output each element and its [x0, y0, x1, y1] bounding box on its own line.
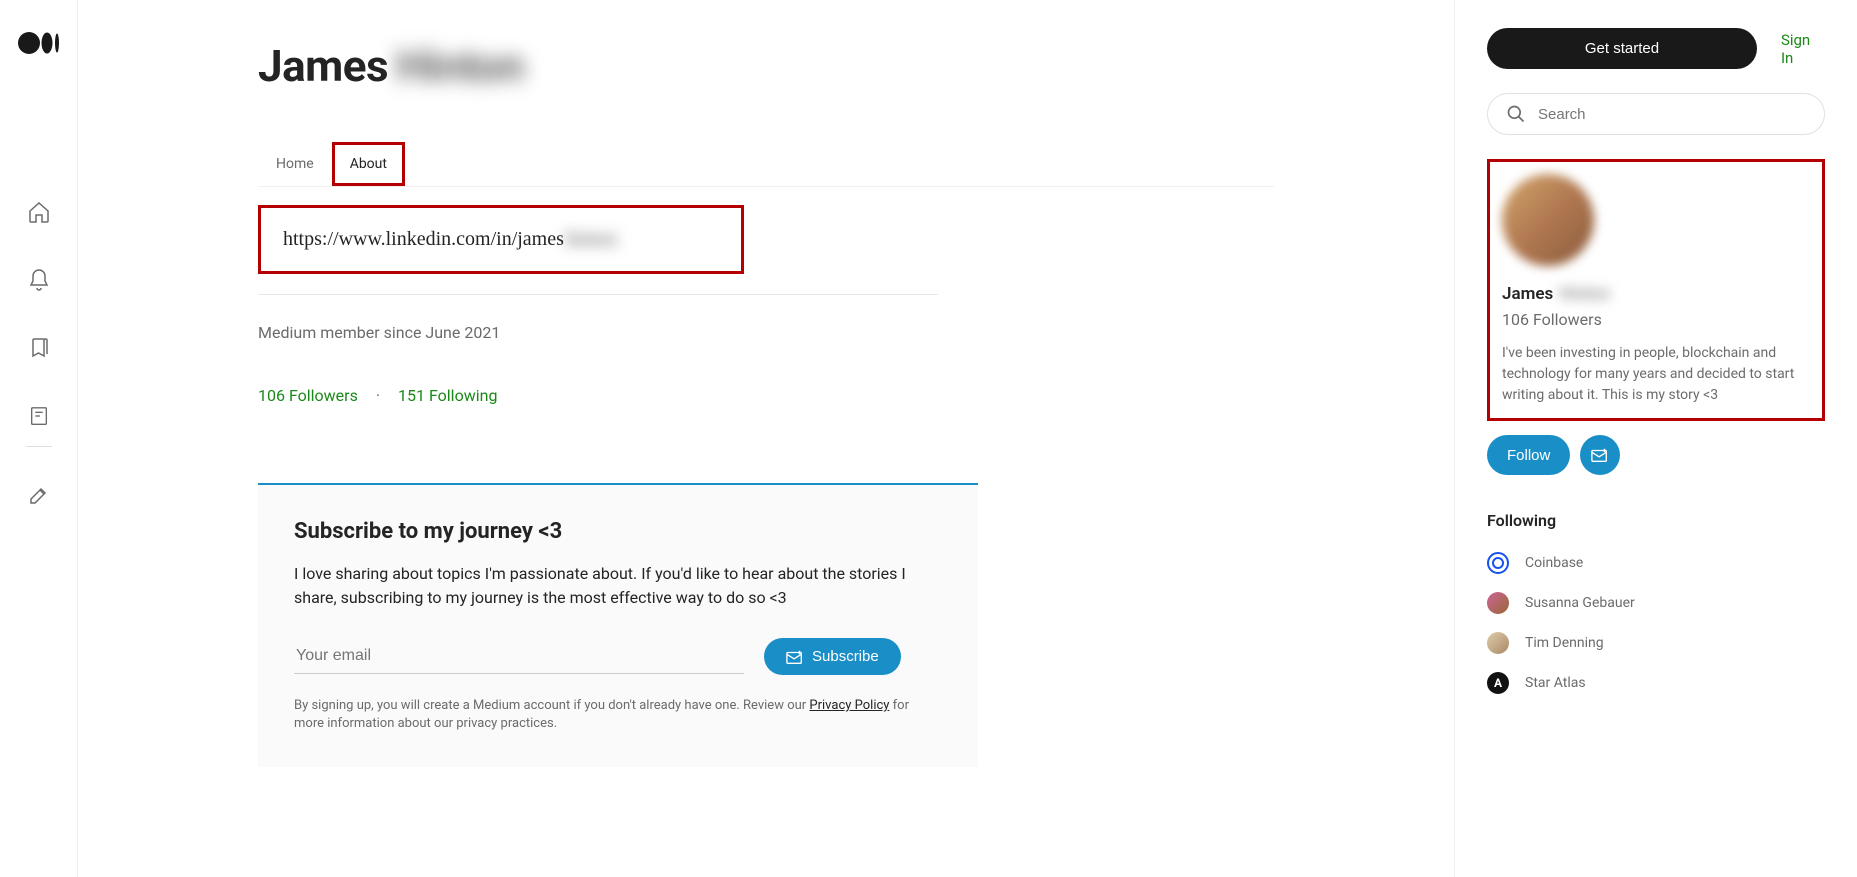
- get-started-button[interactable]: Get started: [1487, 28, 1757, 69]
- linkedin-link-box: https://www.linkedin.com/in/james hinton: [258, 205, 744, 274]
- following-link[interactable]: 151 Following: [398, 386, 497, 405]
- sidebar-followers[interactable]: 106 Followers: [1502, 310, 1810, 329]
- divider: [258, 294, 938, 295]
- following-name: Star Atlas: [1525, 675, 1586, 691]
- mail-plus-icon: [786, 649, 804, 665]
- fineprint-text-1: By signing up, you will create a Medium …: [294, 698, 809, 713]
- following-item[interactable]: Susanna Gebauer: [1487, 592, 1825, 614]
- avatar[interactable]: [1502, 174, 1594, 266]
- right-sidebar: Get started Sign In James Hinton 106 Fol…: [1455, 0, 1857, 877]
- search-input[interactable]: [1538, 106, 1806, 123]
- profile-last-name-obscured: Hinton: [396, 40, 524, 92]
- sidebar-bio: I've been investing in people, blockchai…: [1502, 343, 1810, 406]
- avatar-icon: [1487, 552, 1509, 574]
- left-nav-rail: [0, 0, 78, 877]
- tab-about[interactable]: About: [332, 142, 405, 186]
- home-icon[interactable]: [27, 200, 51, 224]
- email-input[interactable]: [294, 639, 744, 674]
- subscribe-fineprint: By signing up, you will create a Medium …: [294, 697, 942, 733]
- rail-divider: [26, 446, 52, 447]
- following-heading: Following: [1487, 511, 1825, 530]
- linkedin-url-obscured: hinton: [566, 228, 617, 251]
- subscribe-button[interactable]: Subscribe: [764, 638, 901, 675]
- stories-icon[interactable]: [27, 404, 51, 428]
- following-item[interactable]: Coinbase: [1487, 552, 1825, 574]
- subscribe-card: Subscribe to my journey <3 I love sharin…: [258, 483, 978, 767]
- privacy-policy-link[interactable]: Privacy Policy: [809, 698, 889, 713]
- follow-stats: 106 Followers · 151 Following: [258, 386, 1274, 405]
- member-since: Medium member since June 2021: [258, 323, 1274, 342]
- following-name: Tim Denning: [1525, 635, 1604, 651]
- subscribe-description: I love sharing about topics I'm passiona…: [294, 562, 942, 610]
- follow-button[interactable]: Follow: [1487, 435, 1570, 475]
- sidebar-name-first: James: [1502, 284, 1553, 304]
- subscribe-button-label: Subscribe: [812, 648, 879, 665]
- mail-plus-icon: [1591, 447, 1609, 463]
- subscribe-mail-button[interactable]: [1580, 435, 1620, 475]
- avatar-icon: [1487, 632, 1509, 654]
- write-icon[interactable]: [27, 483, 51, 507]
- following-name: Coinbase: [1525, 555, 1583, 571]
- search-box[interactable]: [1487, 93, 1825, 135]
- following-item[interactable]: Tim Denning: [1487, 632, 1825, 654]
- notifications-icon[interactable]: [27, 268, 51, 292]
- following-list: Coinbase Susanna Gebauer Tim Denning A S…: [1487, 552, 1825, 694]
- profile-tabs: Home About: [258, 142, 1274, 187]
- sidebar-profile-card: James Hinton 106 Followers I've been inv…: [1487, 159, 1825, 421]
- subscribe-title: Subscribe to my journey <3: [294, 519, 942, 544]
- following-item[interactable]: A Star Atlas: [1487, 672, 1825, 694]
- linkedin-url[interactable]: https://www.linkedin.com/in/james: [283, 228, 564, 251]
- avatar-icon: A: [1487, 672, 1509, 694]
- followers-link[interactable]: 106 Followers: [258, 386, 358, 405]
- sign-in-link[interactable]: Sign In: [1781, 31, 1825, 67]
- profile-content: James Hinton Home About https://www.link…: [78, 0, 1455, 877]
- profile-first-name: James: [258, 40, 388, 92]
- bookmarks-icon[interactable]: [27, 336, 51, 360]
- tab-home[interactable]: Home: [258, 142, 332, 186]
- avatar-icon: [1487, 592, 1509, 614]
- following-name: Susanna Gebauer: [1525, 595, 1635, 611]
- sidebar-name-last-obscured: Hinton: [1559, 284, 1610, 304]
- search-icon: [1506, 104, 1526, 124]
- stats-separator: ·: [376, 386, 380, 405]
- medium-logo-icon[interactable]: [18, 30, 60, 60]
